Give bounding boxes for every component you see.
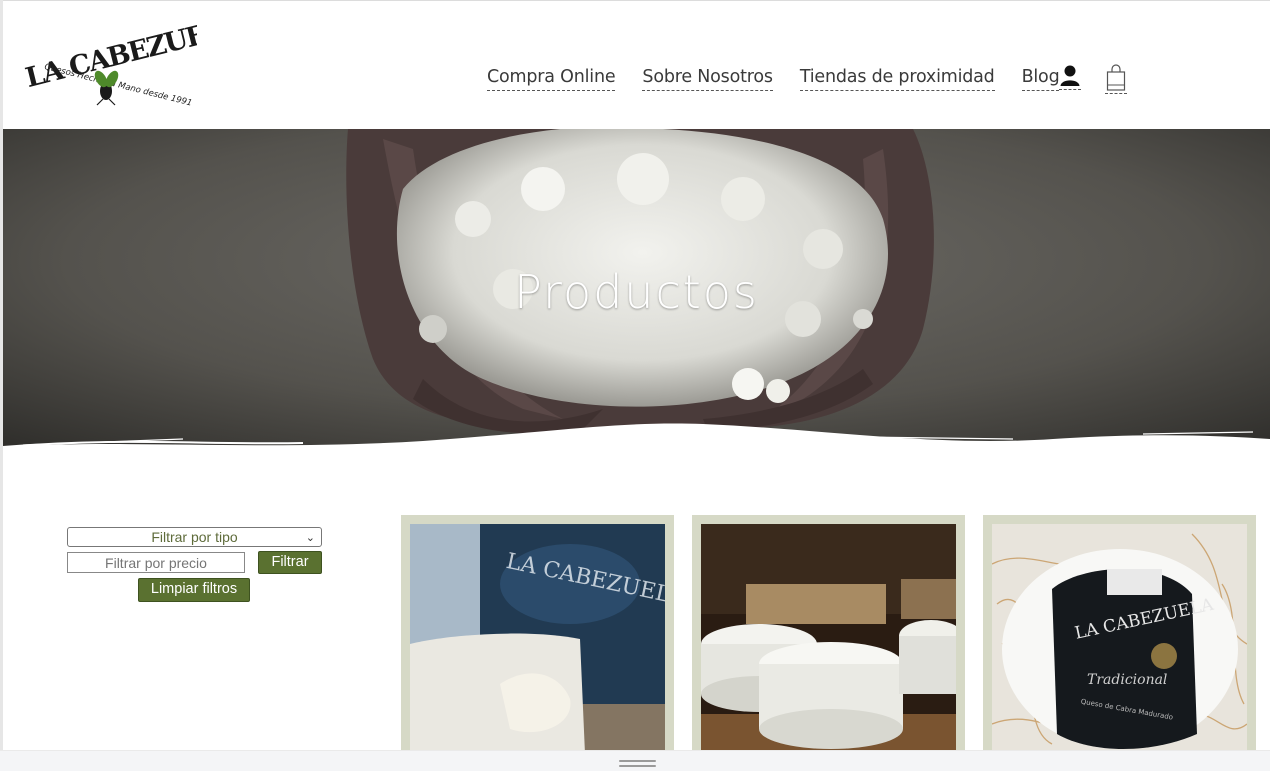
type-filter-select[interactable]: Filtrar por tipo ⌄ — [67, 527, 322, 547]
type-filter-value: Filtrar por tipo — [151, 529, 238, 545]
nav-tiendas-proximidad[interactable]: Tiendas de proximidad — [799, 65, 995, 91]
product-card[interactable]: LA CABEZUELA — [401, 515, 674, 760]
shopping-bag-icon[interactable] — [1105, 64, 1127, 94]
product-image-soft-cheese: LA CABEZUELA — [410, 524, 665, 760]
price-filter-input[interactable] — [67, 552, 245, 573]
page-title: Productos — [514, 265, 759, 319]
bottom-drawer-bar — [0, 750, 1270, 771]
product-image-fresh-cheese — [701, 524, 956, 760]
svg-text:Tradicional: Tradicional — [1087, 672, 1167, 688]
clear-filters-button[interactable]: Limpiar filtros — [138, 578, 250, 602]
brand-logo[interactable]: LA CABEZUELA Quesos Hechos a Mano desde … — [21, 21, 197, 107]
product-image-labeled-cheese: LA CABEZUELA Tradicional Queso de Cabra … — [992, 524, 1247, 760]
chevron-down-icon: ⌄ — [305, 532, 315, 544]
user-icon[interactable] — [1059, 64, 1081, 90]
hero-banner: Productos — [3, 129, 1270, 459]
product-card[interactable] — [692, 515, 965, 760]
product-card[interactable]: LA CABEZUELA Tradicional Queso de Cabra … — [983, 515, 1256, 760]
nav-sobre-nosotros[interactable]: Sobre Nosotros — [642, 65, 773, 91]
main-nav: Compra Online Sobre Nosotros Tiendas de … — [487, 65, 1086, 91]
filter-button[interactable]: Filtrar — [258, 551, 322, 574]
nav-compra-online[interactable]: Compra Online — [487, 65, 616, 91]
nav-blog[interactable]: Blog — [1021, 65, 1060, 91]
drag-handle-icon[interactable] — [619, 760, 656, 769]
